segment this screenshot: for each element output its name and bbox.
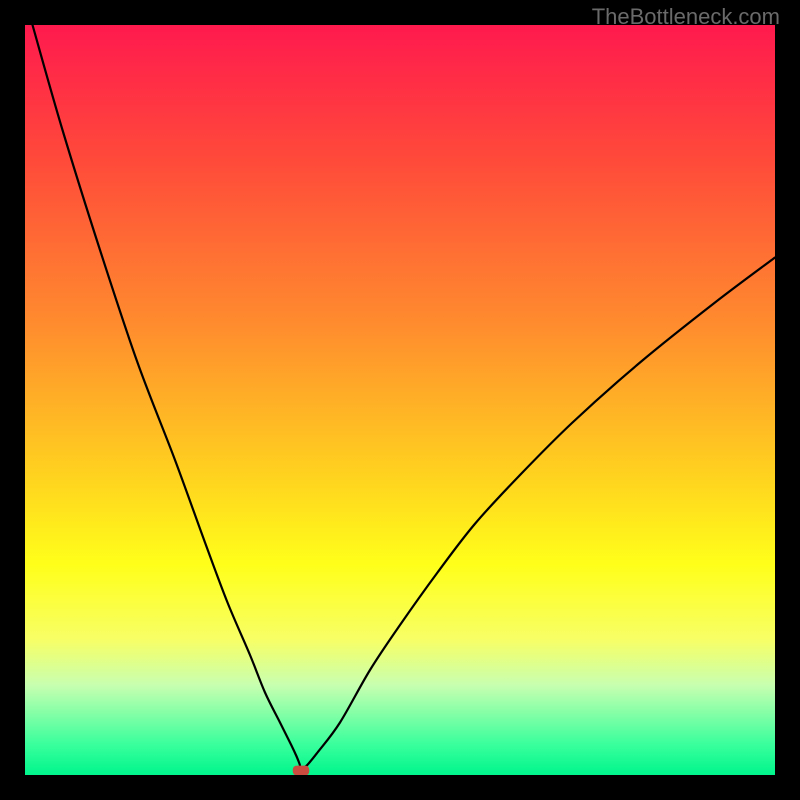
plot-area (25, 25, 775, 775)
optimal-marker (293, 766, 310, 775)
gradient-background (25, 25, 775, 775)
watermark-text: TheBottleneck.com (592, 4, 780, 30)
chart-container: TheBottleneck.com (0, 0, 800, 800)
chart-svg (25, 25, 775, 775)
